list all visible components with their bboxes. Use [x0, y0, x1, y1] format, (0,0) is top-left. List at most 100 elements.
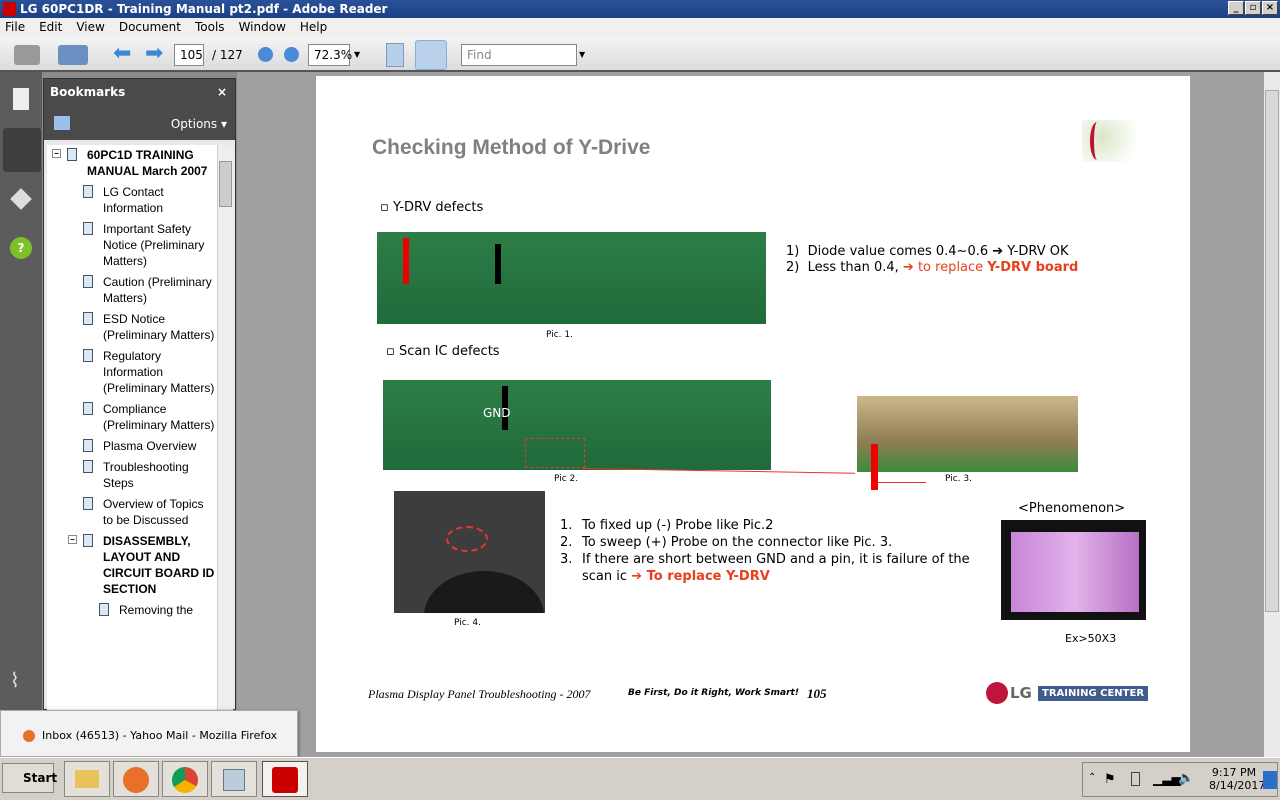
bookmark-item[interactable]: Troubleshooting Steps — [47, 459, 217, 491]
scrollbar-thumb[interactable] — [1265, 90, 1279, 612]
lg-text: LG — [1010, 684, 1032, 702]
help-icon[interactable]: ? — [10, 237, 32, 259]
bookmark-item[interactable]: Caution (Preliminary Matters) — [47, 274, 217, 306]
bookmark-item[interactable]: LG Contact Information — [47, 184, 217, 216]
document-scrollbar[interactable] — [1264, 72, 1280, 757]
options-button[interactable]: Options ▾ — [171, 117, 227, 131]
bookmarks-list: − 60PC1D TRAINING MANUAL March 2007 LG Co… — [47, 145, 217, 711]
collapse-icon[interactable]: − — [52, 149, 61, 158]
bookmark-icon — [83, 185, 93, 198]
bookmark-label: Important Safety Notice (Preliminary Mat… — [103, 222, 205, 268]
clock[interactable]: 9:17 PM 8/14/2017 — [1209, 766, 1265, 792]
show-hidden-icons[interactable]: ⌃ — [1088, 772, 1096, 783]
bookmark-icon — [83, 349, 93, 362]
layers-icon[interactable] — [10, 188, 32, 210]
section-ydrv: ▫ Y-DRV defects — [380, 200, 484, 215]
bookmark-icon — [83, 275, 93, 288]
bookmark-icon — [67, 148, 77, 161]
taskbar-preview-tooltip[interactable]: Inbox (46513) - Yahoo Mail - Mozilla Fir… — [0, 710, 298, 757]
menu-document[interactable]: Document — [119, 18, 181, 37]
firefox-taskbar-button[interactable] — [113, 761, 159, 797]
bookmark-icon — [83, 439, 93, 452]
bookmark-options-icon[interactable] — [54, 116, 70, 130]
be-first-logo — [1082, 120, 1148, 162]
bookmark-item[interactable]: Important Safety Notice (Preliminary Mat… — [47, 221, 217, 269]
bookmark-label: Compliance (Preliminary Matters) — [103, 402, 215, 432]
start-button[interactable]: Start — [2, 763, 58, 793]
close-panel-icon[interactable]: × — [217, 79, 227, 106]
collaborate-icon[interactable] — [58, 45, 88, 65]
window-title: LG 60PC1DR - Training Manual pt2.pdf - A… — [20, 2, 388, 16]
bookmarks-icon[interactable] — [3, 128, 41, 172]
attachments-icon[interactable]: ⌇ — [10, 668, 32, 692]
find-dropdown-icon[interactable]: ▼ — [579, 43, 585, 67]
pic4-caption: Pic. 4. — [454, 618, 481, 628]
bookmark-icon — [83, 402, 93, 415]
taskbar: Start ⌃ ⚑ ▁▃▅ 🔈 9:17 PM 8/14/2017 — [0, 757, 1280, 800]
minimize-button[interactable]: _ — [1228, 1, 1244, 15]
zoom-dropdown-icon[interactable]: ▼ — [354, 43, 360, 67]
bookmark-item[interactable]: Overview of Topics to be Discussed — [47, 496, 217, 528]
volume-icon[interactable]: 🔈 — [1178, 771, 1194, 786]
fit-page-icon[interactable] — [415, 40, 447, 70]
scrollbar-thumb[interactable] — [219, 161, 232, 207]
bookmarks-scrollbar[interactable] — [217, 145, 233, 711]
zoom-out-icon[interactable] — [258, 47, 273, 62]
show-desktop-button[interactable] — [1263, 771, 1277, 789]
page-total: / 127 — [212, 48, 243, 62]
page-number-input[interactable]: 105 — [174, 44, 204, 66]
bookmark-item[interactable]: Regulatory Information (Preliminary Matt… — [47, 348, 217, 396]
fit-width-icon[interactable] — [386, 43, 404, 67]
bookmarks-toolbar: Options ▾ — [44, 106, 235, 140]
bookmark-item[interactable]: − 60PC1D TRAINING MANUAL March 2007 — [47, 147, 217, 179]
explorer-taskbar-button[interactable] — [64, 761, 110, 797]
close-button[interactable]: × — [1262, 1, 1278, 15]
phenomenon-label: <Phenomenon> — [1018, 501, 1126, 516]
pic1-caption: Pic. 1. — [546, 330, 573, 340]
menu-file[interactable]: File — [5, 18, 25, 37]
action-center-icon[interactable]: ⚑ — [1104, 772, 1116, 787]
start-label: Start — [23, 771, 58, 785]
bookmark-item[interactable]: Plasma Overview — [47, 438, 217, 454]
pic1-image — [377, 232, 766, 324]
chrome-taskbar-button[interactable] — [162, 761, 208, 797]
restore-button[interactable]: ▫ — [1245, 1, 1261, 15]
bookmark-icon — [83, 534, 93, 547]
zoom-input[interactable]: 72.3% — [308, 44, 352, 66]
ydrv-list: 1) Diode value comes 0.4~0.6 ➔ Y-DRV OK … — [786, 244, 1079, 275]
menu-bar: File Edit View Document Tools Window Hel… — [0, 18, 1280, 37]
list-item: To sweep (+) Probe on the connector like… — [582, 535, 893, 550]
bookmark-label: Overview of Topics to be Discussed — [103, 497, 204, 527]
bookmark-icon — [83, 460, 93, 473]
adobe-reader-taskbar-button[interactable] — [262, 761, 308, 797]
bookmark-item[interactable]: Removing the — [47, 602, 217, 618]
menu-view[interactable]: View — [76, 18, 104, 37]
menu-tools[interactable]: Tools — [195, 18, 225, 37]
battery-icon[interactable] — [1131, 772, 1140, 786]
zoom-in-icon[interactable] — [284, 47, 299, 62]
time: 9:17 PM — [1211, 766, 1257, 779]
bookmark-item[interactable]: ESD Notice (Preliminary Matters) — [47, 311, 217, 343]
bookmark-item[interactable]: − DISASSEMBLY, LAYOUT AND CIRCUIT BOARD I… — [47, 533, 217, 597]
menu-edit[interactable]: Edit — [39, 18, 62, 37]
print-icon[interactable] — [14, 45, 40, 65]
collapse-icon[interactable]: − — [68, 535, 77, 544]
bookmarks-title: Bookmarks — [50, 85, 126, 99]
pic3-caption: Pic. 3. — [945, 474, 972, 484]
app-taskbar-button[interactable] — [211, 761, 257, 797]
red-bold-text: ➔ To replace Y-DRV — [631, 569, 770, 584]
next-page-icon[interactable]: ➡ — [145, 43, 167, 67]
pages-icon[interactable] — [13, 88, 29, 110]
bookmark-label: Plasma Overview — [103, 439, 197, 453]
previous-page-icon[interactable]: ⬅ — [113, 43, 135, 67]
menu-help[interactable]: Help — [300, 18, 327, 37]
find-input[interactable]: Find — [461, 44, 577, 66]
phenomenon-image — [1001, 520, 1146, 620]
adobe-reader-icon — [3, 2, 16, 16]
probe-marker — [871, 444, 878, 490]
network-icon[interactable]: ▁▃▅ — [1153, 772, 1181, 786]
lg-logo — [986, 682, 1008, 704]
bookmark-item[interactable]: Compliance (Preliminary Matters) — [47, 401, 217, 433]
menu-window[interactable]: Window — [239, 18, 286, 37]
bookmark-icon — [99, 603, 109, 616]
